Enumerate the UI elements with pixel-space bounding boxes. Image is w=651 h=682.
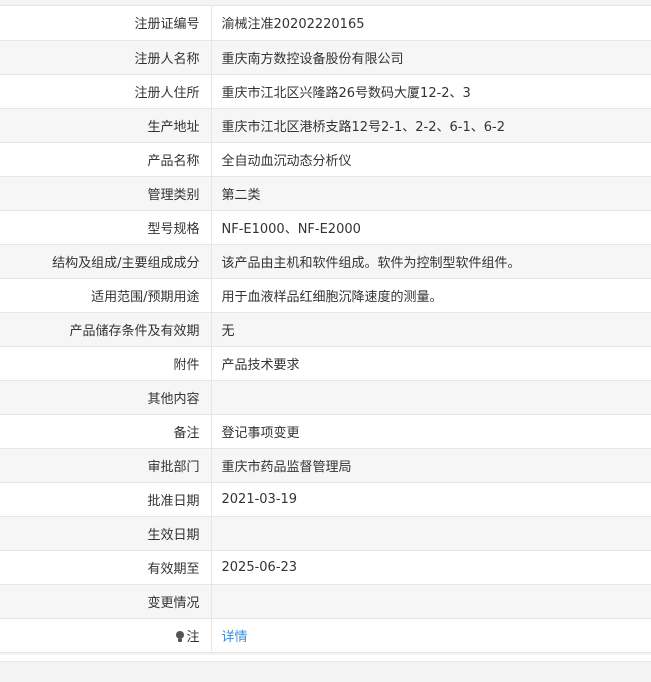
field-label: 有效期至	[0, 550, 212, 585]
details-link[interactable]: 详情	[222, 630, 248, 645]
row-production-address: 生产地址 重庆市江北区港桥支路12号2-1、2-2、6-1、6-2	[0, 108, 651, 143]
field-label: 备注	[0, 414, 212, 449]
field-value: 第二类	[211, 176, 651, 211]
field-label: 生效日期	[0, 516, 212, 551]
field-value: 重庆南方数控设备股份有限公司	[211, 40, 651, 75]
field-label: 附件	[0, 346, 212, 381]
field-label: 型号规格	[0, 210, 212, 245]
row-change-status: 变更情况	[0, 584, 651, 619]
row-storage-conditions: 产品储存条件及有效期 无	[0, 312, 651, 347]
field-label: 产品储存条件及有效期	[0, 312, 212, 347]
field-value: 用于血液样品红细胞沉降速度的测量。	[211, 278, 651, 313]
field-value: 2021-03-19	[211, 482, 651, 517]
field-label: 管理类别	[0, 176, 212, 211]
note-label-cell: 注	[0, 618, 212, 653]
field-value: 登记事项变更	[211, 414, 651, 449]
field-label: 审批部门	[0, 448, 212, 483]
field-label: 注册人名称	[0, 40, 212, 75]
field-value	[211, 584, 651, 619]
field-label: 批准日期	[0, 482, 212, 517]
row-registration-number: 注册证编号 渝械注准20202220165	[0, 6, 651, 41]
field-label: 注册人住所	[0, 74, 212, 109]
field-label: 产品名称	[0, 142, 212, 177]
field-label: 生产地址	[0, 108, 212, 143]
row-registrant-address: 注册人住所 重庆市江北区兴隆路26号数码大厦12-2、3	[0, 74, 651, 109]
row-attachment: 附件 产品技术要求	[0, 346, 651, 381]
field-value	[211, 516, 651, 551]
row-effective-date: 生效日期	[0, 516, 651, 551]
field-label: 适用范围/预期用途	[0, 278, 212, 313]
table-bottom-edge	[0, 655, 651, 662]
field-value	[211, 380, 651, 415]
page: 注册证编号 渝械注准20202220165 注册人名称 重庆南方数控设备股份有限…	[0, 0, 651, 682]
registration-detail-table: 注册证编号 渝械注准20202220165 注册人名称 重庆南方数控设备股份有限…	[0, 5, 651, 653]
row-product-name: 产品名称 全自动血沉动态分析仪	[0, 142, 651, 177]
note-label: 注	[186, 629, 200, 645]
field-value: 该产品由主机和软件组成。软件为控制型软件组件。	[211, 244, 651, 279]
row-structure-composition: 结构及组成/主要组成成分 该产品由主机和软件组成。软件为控制型软件组件。	[0, 244, 651, 279]
row-registrant-name: 注册人名称 重庆南方数控设备股份有限公司	[0, 40, 651, 75]
row-intended-use: 适用范围/预期用途 用于血液样品红细胞沉降速度的测量。	[0, 278, 651, 313]
detail-table: 注册证编号 渝械注准20202220165 注册人名称 重庆南方数控设备股份有限…	[0, 6, 651, 653]
field-label: 注册证编号	[0, 6, 212, 41]
field-value: 2025-06-23	[211, 550, 651, 585]
note-value-cell: 详情	[211, 618, 651, 653]
lightbulb-icon	[176, 630, 185, 642]
row-model-spec: 型号规格 NF-E1000、NF-E2000	[0, 210, 651, 245]
row-other-content: 其他内容	[0, 380, 651, 415]
field-value: 重庆市江北区港桥支路12号2-1、2-2、6-1、6-2	[211, 108, 651, 143]
row-valid-until: 有效期至 2025-06-23	[0, 550, 651, 585]
field-label: 其他内容	[0, 380, 212, 415]
row-approval-department: 审批部门 重庆市药品监督管理局	[0, 448, 651, 483]
row-note: 注 详情	[0, 618, 651, 653]
row-remarks: 备注 登记事项变更	[0, 414, 651, 449]
row-management-category: 管理类别 第二类	[0, 176, 651, 211]
field-value: 产品技术要求	[211, 346, 651, 381]
field-value: 无	[211, 312, 651, 347]
field-label: 变更情况	[0, 584, 212, 619]
field-value: 重庆市江北区兴隆路26号数码大厦12-2、3	[211, 74, 651, 109]
field-label: 结构及组成/主要组成成分	[0, 244, 212, 279]
field-value: 重庆市药品监督管理局	[211, 448, 651, 483]
row-approval-date: 批准日期 2021-03-19	[0, 482, 651, 517]
field-value: NF-E1000、NF-E2000	[211, 210, 651, 245]
field-value: 渝械注准20202220165	[211, 6, 651, 41]
field-value: 全自动血沉动态分析仪	[211, 142, 651, 177]
